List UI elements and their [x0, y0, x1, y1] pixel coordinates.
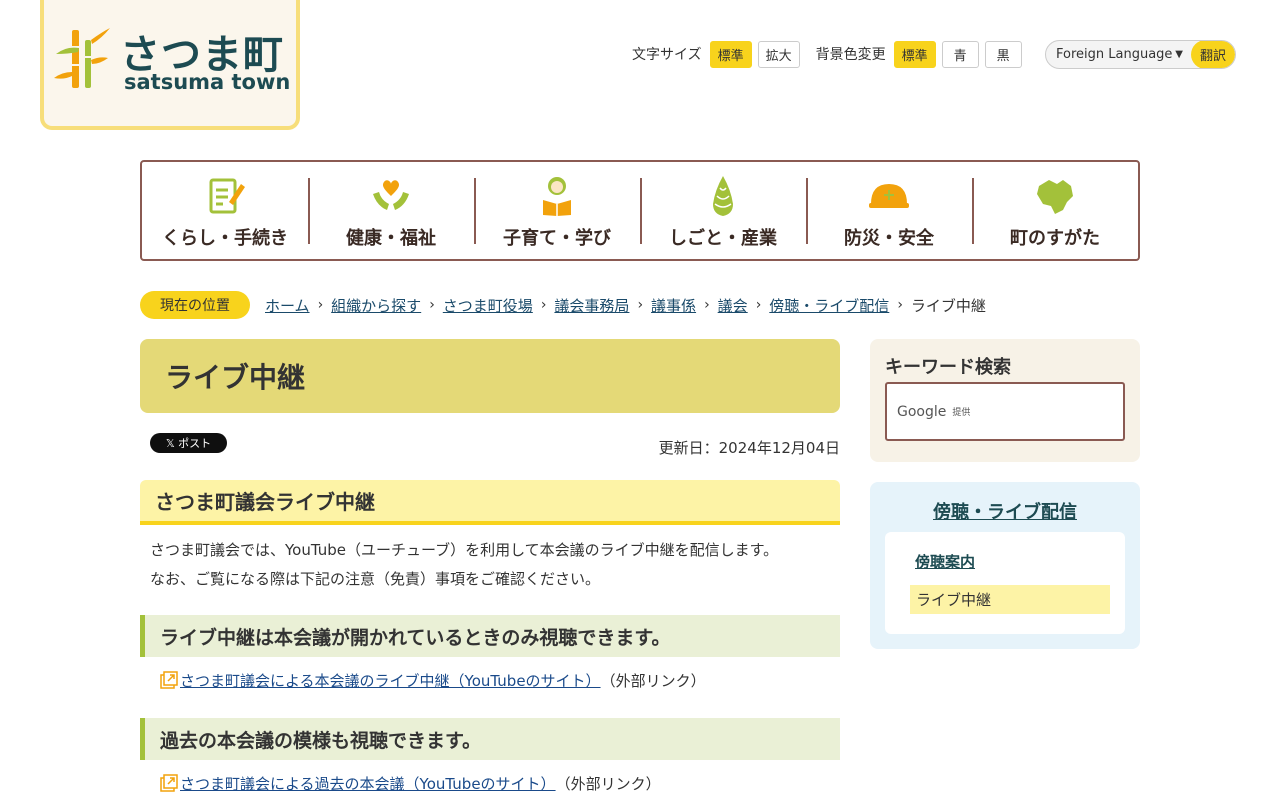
bg-standard-button[interactable]: 標準: [893, 40, 936, 68]
display-tools: 文字サイズ 標準 拡大 背景色変更 標準 青 黒: [632, 40, 1028, 68]
gnav-label: 町のすがた: [1010, 228, 1100, 249]
breadcrumb-link-proceedings[interactable]: 議事係: [651, 295, 696, 316]
breadcrumb-here-badge: 現在の位置: [140, 291, 250, 319]
gnav-item-living[interactable]: くらし・手続き: [142, 162, 308, 259]
bamboo-logo-icon: [54, 28, 110, 88]
local-nav-item-live-current[interactable]: ライブ中継: [910, 585, 1110, 614]
local-nav-title-link[interactable]: 傍聴・ライブ配信: [933, 502, 1077, 523]
local-nav-link-observation[interactable]: 傍聴案内: [915, 553, 975, 571]
breadcrumb-link-organization[interactable]: 組織から探す: [331, 295, 421, 316]
font-standard-button[interactable]: 標準: [709, 40, 752, 68]
bamboo-shoot-icon: [713, 176, 733, 216]
breadcrumb: 現在の位置 ホーム › 組織から探す › さつま町役場 › 議会事務局 › 議事…: [140, 291, 986, 319]
section-heading: さつま町議会ライブ中継: [140, 480, 840, 525]
helmet-icon: [869, 184, 909, 208]
breadcrumb-link-observation[interactable]: 傍聴・ライブ配信: [769, 295, 889, 316]
bg-black-button[interactable]: 黒: [984, 40, 1022, 68]
google-provided-label: 提供: [952, 408, 971, 418]
keyword-search-box: キーワード検索 Google 提供: [870, 339, 1140, 462]
hands-heart-icon: [373, 180, 409, 210]
youtube-past-link[interactable]: さつま町議会による過去の本会議（YouTubeのサイト）: [180, 773, 556, 794]
chevron-right-icon: ›: [429, 297, 435, 313]
bg-color-label: 背景色変更: [815, 47, 886, 63]
gnav-item-town[interactable]: 町のすがた: [972, 162, 1138, 259]
gnav-item-work[interactable]: しごと・産業: [640, 162, 806, 259]
gnav-item-childcare[interactable]: 子育て・学び: [474, 162, 640, 259]
updated-date: 更新日：2024年12月04日: [658, 439, 840, 457]
local-nav-item-observation: 傍聴案内: [915, 551, 975, 572]
subheading-live: ライブ中継は本会議が開かれているときのみ視聴できます。: [140, 615, 840, 657]
town-map-icon: [1037, 180, 1073, 214]
link-row-live: さつま町議会による本会議のライブ中継（YouTubeのサイト） （外部リンク）: [160, 668, 706, 692]
search-input[interactable]: Google 提供: [885, 382, 1125, 441]
page-title-box: ライブ中継: [140, 339, 840, 413]
gnav-label: 防災・安全: [844, 228, 934, 249]
gnav-label: 子育て・学び: [503, 228, 611, 249]
chevron-right-icon: ›: [704, 297, 710, 313]
breadcrumb-link-assembly[interactable]: 議会: [718, 295, 748, 316]
local-nav-list: 傍聴案内 ライブ中継: [885, 532, 1125, 634]
external-link-note: （外部リンク）: [555, 774, 661, 793]
site-logo[interactable]: さつま町 satsuma town: [40, 0, 300, 130]
chevron-down-icon: ▼: [1175, 49, 1183, 60]
child-book-icon: [543, 177, 571, 216]
breadcrumb-current: ライブ中継: [910, 296, 986, 315]
chevron-right-icon: ›: [897, 297, 903, 313]
search-title: キーワード検索: [885, 357, 1011, 378]
gnav-label: くらし・手続き: [162, 228, 288, 249]
external-link-icon: [160, 774, 178, 792]
google-brand: Google: [897, 403, 947, 420]
youtube-live-link[interactable]: さつま町議会による本会議のライブ中継（YouTubeのサイト）: [180, 670, 601, 691]
subheading-past: 過去の本会議の模様も視聴できます。: [140, 718, 840, 760]
x-post-button[interactable]: 𝕏 ポスト: [150, 433, 227, 453]
translate-button[interactable]: 翻訳: [1191, 41, 1235, 68]
local-nav-title: 傍聴・ライブ配信: [870, 498, 1140, 524]
intro-paragraph-1: さつま町議会では、YouTube（ユーチューブ）を利用して本会議のライブ中継を配…: [150, 541, 779, 559]
intro-paragraph-2: なお、ご覧になる際は下記の注意（免責）事項をご確認ください。: [150, 570, 601, 588]
breadcrumb-link-assembly-office[interactable]: 議会事務局: [554, 295, 629, 316]
font-size-label: 文字サイズ: [632, 47, 702, 63]
gnav-item-disaster[interactable]: 防災・安全: [806, 162, 972, 259]
font-large-button[interactable]: 拡大: [757, 40, 800, 68]
gnav-label: しごと・産業: [669, 228, 777, 249]
bg-blue-button[interactable]: 青: [941, 40, 979, 68]
chevron-right-icon: ›: [755, 297, 762, 313]
language-selector[interactable]: Foreign Language ▼ 翻訳: [1045, 40, 1236, 69]
breadcrumb-link-home[interactable]: ホーム: [265, 295, 310, 316]
chevron-right-icon: ›: [637, 297, 644, 313]
chevron-right-icon: ›: [540, 297, 547, 313]
chevron-right-icon: ›: [317, 297, 324, 313]
link-row-past: さつま町議会による過去の本会議（YouTubeのサイト） （外部リンク）: [160, 771, 661, 795]
global-nav: くらし・手続き 健康・福祉 子育て・学び しごと・産業 防災・安全 町のすがた: [140, 160, 1140, 261]
local-nav: 傍聴・ライブ配信 傍聴案内 ライブ中継: [870, 482, 1140, 649]
language-select[interactable]: Foreign Language: [1046, 47, 1175, 62]
gnav-item-health[interactable]: 健康・福祉: [308, 162, 474, 259]
logo-name-en: satsuma town: [124, 70, 291, 94]
external-link-note: （外部リンク）: [600, 671, 706, 690]
gnav-label: 健康・福祉: [346, 228, 436, 249]
breadcrumb-link-town-office[interactable]: さつま町役場: [443, 295, 533, 316]
external-link-icon: [160, 671, 178, 689]
page-title: ライブ中継: [165, 361, 306, 394]
form-pen-icon: [209, 178, 245, 214]
